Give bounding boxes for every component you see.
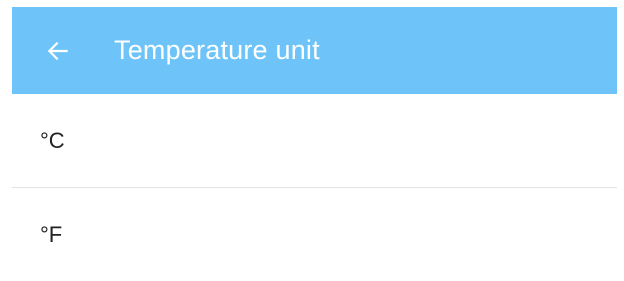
back-button[interactable]: [32, 25, 84, 77]
page-title: Temperature unit: [114, 35, 320, 65]
arrow-left-icon: [47, 41, 68, 60]
option-fahrenheit[interactable]: °F: [12, 188, 617, 281]
unit-options-list: °C °F: [12, 94, 617, 281]
option-celsius[interactable]: °C: [12, 94, 617, 187]
app-bar: Temperature unit: [12, 7, 617, 94]
settings-screen: Temperature unit °C °F: [12, 7, 617, 281]
